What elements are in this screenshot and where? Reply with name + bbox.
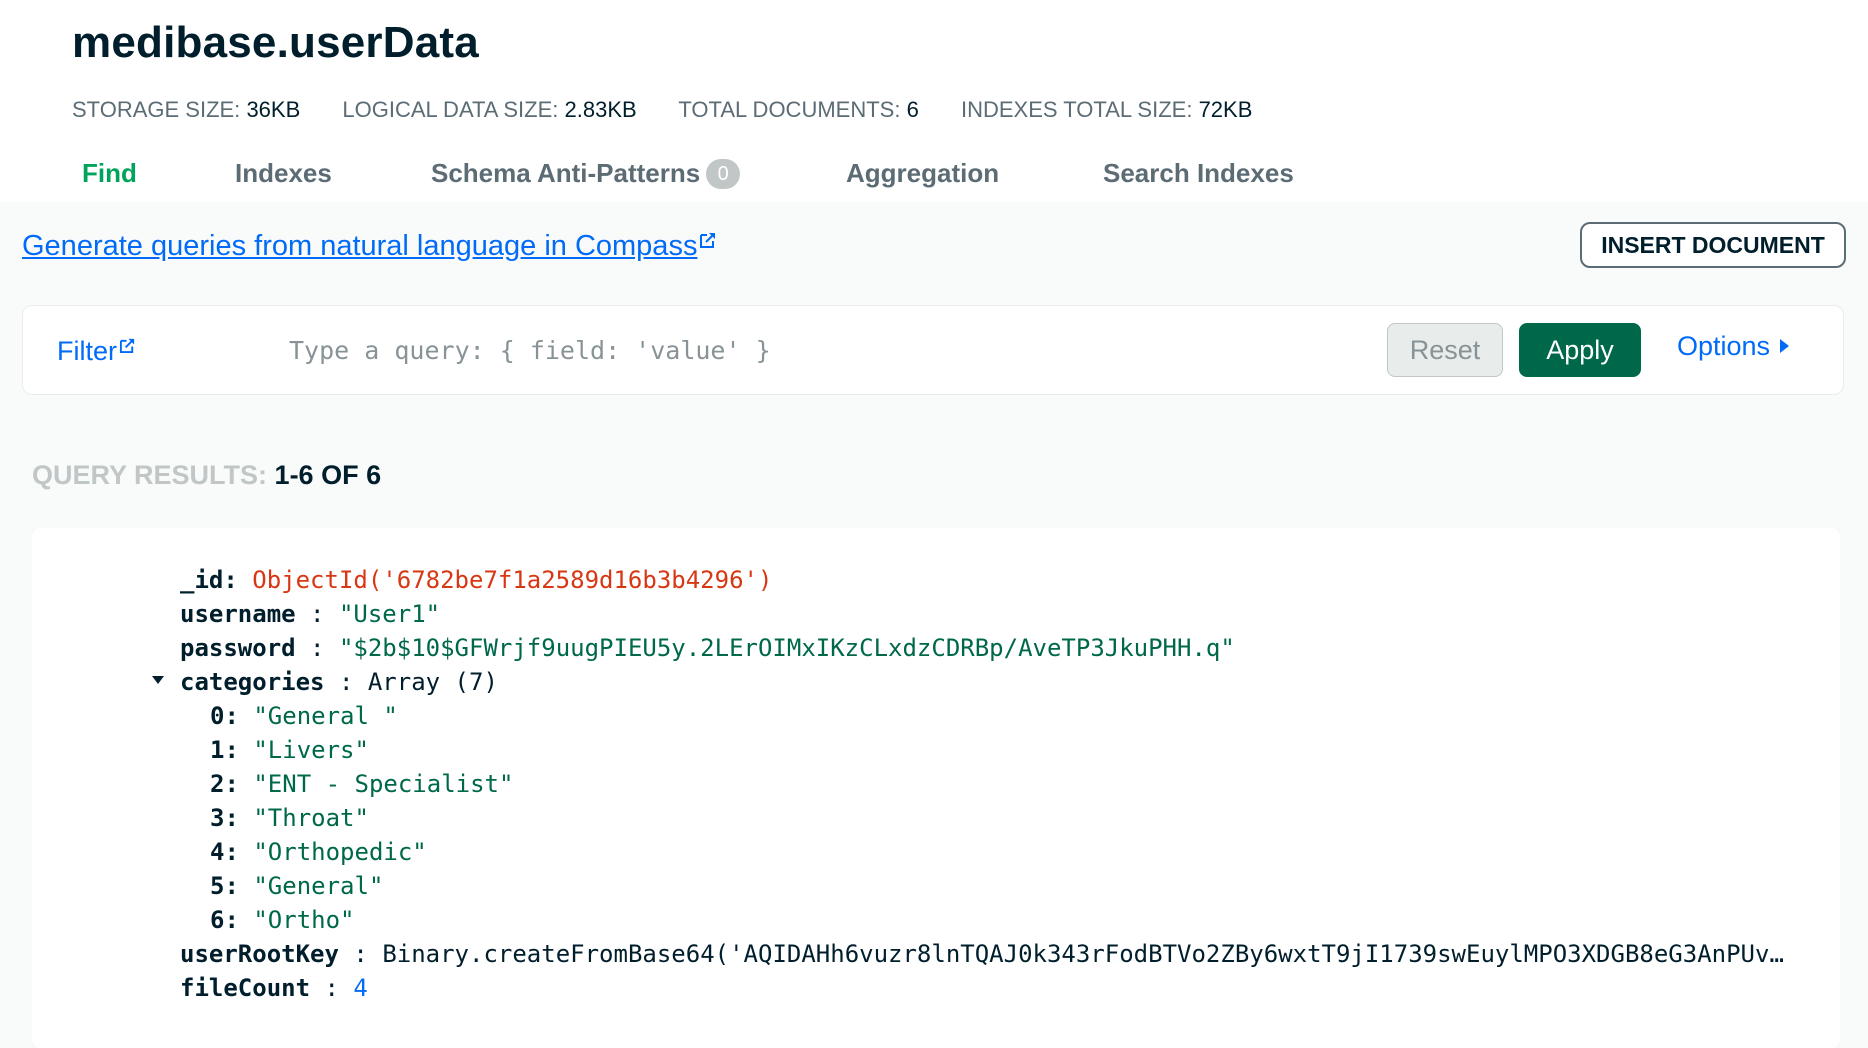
options-label: Options — [1677, 331, 1771, 361]
array-item: 4: "Orthopedic" — [210, 838, 427, 866]
query-results-range: 1-6 OF 6 — [274, 460, 382, 490]
query-results-count: QUERY RESULTS: 1-6 OF 6 — [32, 460, 381, 491]
array-item: 2: "ENT - Specialist" — [210, 770, 514, 798]
field-categories[interactable]: categories : Array (7) — [180, 665, 498, 699]
query-results-label: QUERY RESULTS: — [32, 460, 268, 490]
external-link-icon — [699, 224, 717, 257]
tab-schema-anti-patterns-label: Schema Anti-Patterns — [431, 158, 701, 188]
array-item: 1: "Livers" — [210, 736, 369, 764]
array-item: 3: "Throat" — [210, 804, 369, 832]
document-card[interactable]: _id: ObjectId('6782be7f1a2589d16b3b4296'… — [32, 528, 1840, 1048]
field-password: password : "$2b$10$GFWrjf9uugPIEU5y.2LEr… — [180, 634, 1235, 662]
caret-right-icon — [1780, 339, 1790, 353]
tab-indexes[interactable]: Indexes — [235, 158, 332, 189]
field-username: username : "User1" — [180, 600, 441, 628]
tab-search-indexes[interactable]: Search Indexes — [1103, 158, 1294, 189]
caret-down-icon[interactable] — [152, 676, 164, 684]
external-link-icon — [119, 330, 136, 361]
field-file-count: fileCount : 4 — [180, 974, 368, 1002]
filter-label: Filter — [57, 336, 117, 366]
filter-bar: Filter Reset Apply Options — [22, 305, 1844, 395]
query-input[interactable] — [283, 326, 1395, 374]
logical-size-stat: LOGICAL DATA SIZE: 2.83KB — [342, 97, 637, 122]
storage-size-stat: STORAGE SIZE: 36KB — [72, 97, 301, 122]
collection-stats: STORAGE SIZE: 36KB LOGICAL DATA SIZE: 2.… — [72, 97, 1288, 123]
indexes-size-stat: INDEXES TOTAL SIZE: 72KB — [960, 97, 1253, 122]
collection-header: medibase.userData STORAGE SIZE: 36KB LOG… — [0, 0, 1868, 202]
tab-aggregation[interactable]: Aggregation — [846, 158, 999, 189]
total-documents-stat: TOTAL DOCUMENTS: 6 — [678, 97, 919, 122]
collection-title: medibase.userData — [72, 18, 479, 67]
collection-tabs: Find Indexes Schema Anti-Patterns 0 Aggre… — [0, 150, 1868, 202]
array-item: 0: "General " — [210, 702, 398, 730]
field-user-root-key: userRootKey : Binary.createFromBase64('A… — [180, 940, 1793, 968]
filter-link[interactable]: Filter — [57, 330, 136, 367]
array-item: 5: "General" — [210, 872, 384, 900]
insert-document-button[interactable]: INSERT DOCUMENT — [1580, 222, 1846, 268]
tab-find[interactable]: Find — [82, 158, 137, 189]
anti-patterns-count-badge: 0 — [706, 159, 741, 189]
reset-button[interactable]: Reset — [1387, 323, 1503, 377]
array-item: 6: "Ortho" — [210, 906, 355, 934]
tab-schema-anti-patterns[interactable]: Schema Anti-Patterns 0 — [431, 158, 741, 189]
natural-language-query-link[interactable]: Generate queries from natural language i… — [22, 224, 717, 263]
natural-language-query-label: Generate queries from natural language i… — [22, 230, 698, 262]
apply-button[interactable]: Apply — [1519, 323, 1641, 377]
options-button[interactable]: Options — [1677, 331, 1790, 362]
field-id: _id: ObjectId('6782be7f1a2589d16b3b4296'… — [180, 566, 773, 594]
